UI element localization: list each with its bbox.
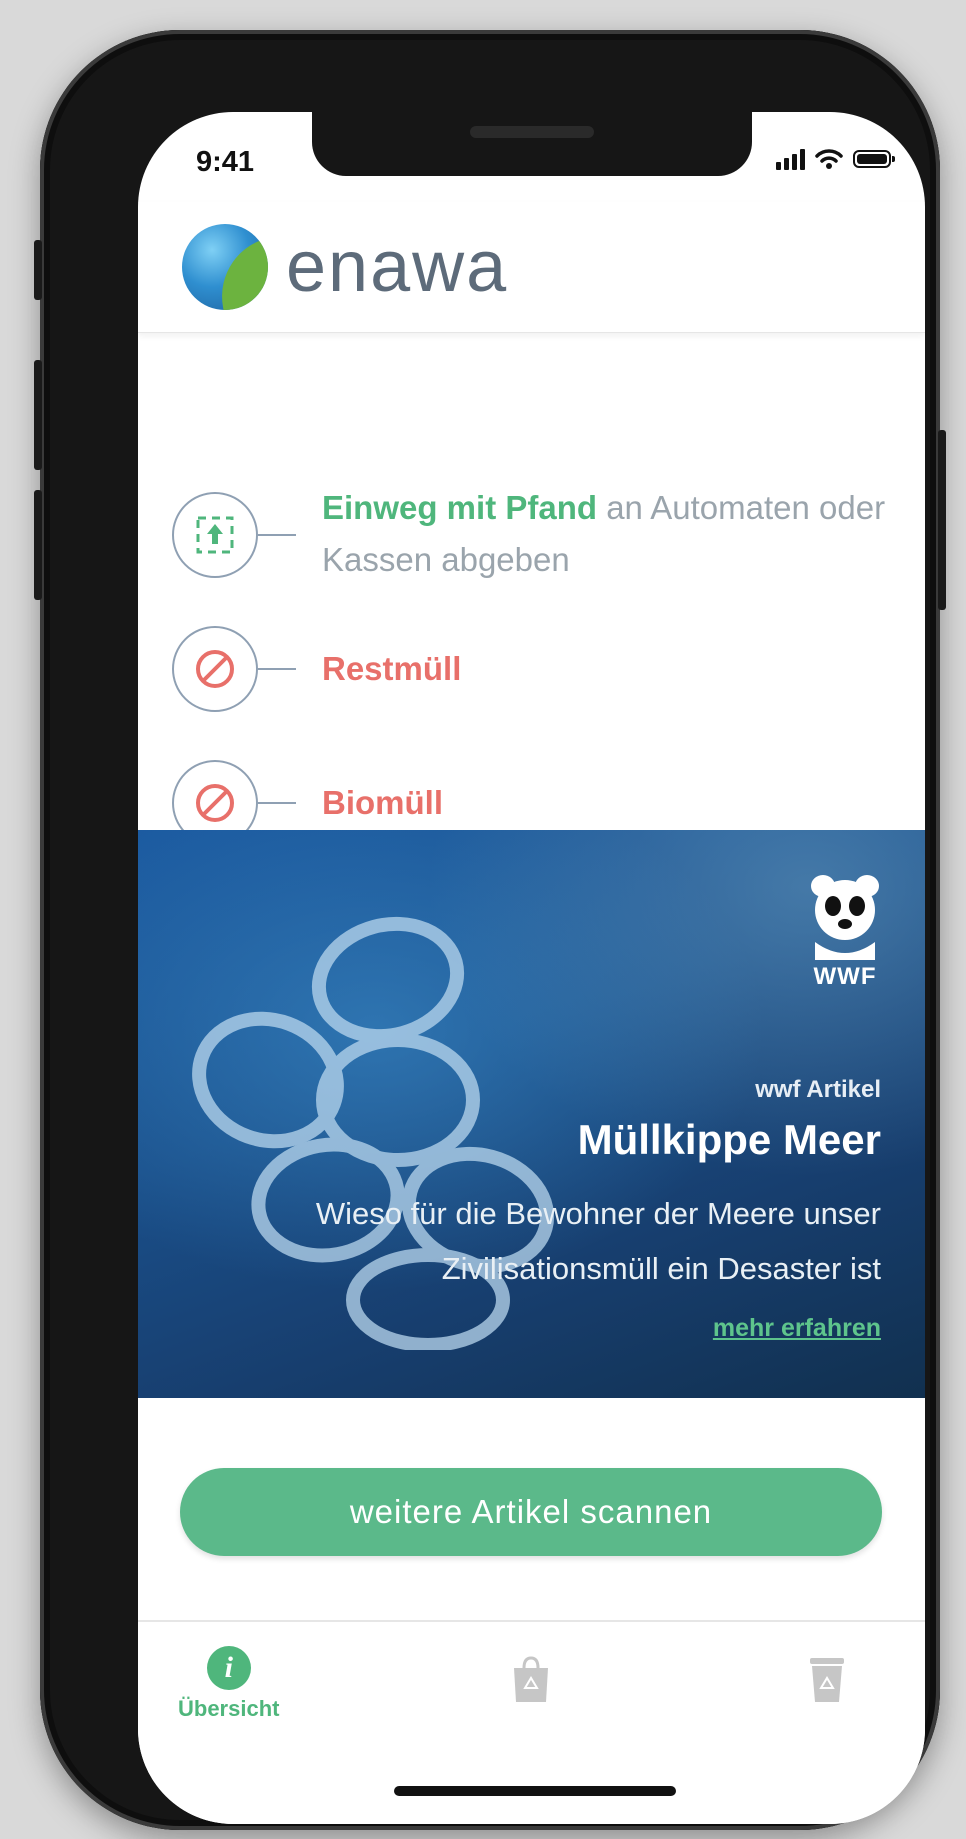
status-icons [776, 148, 895, 170]
article-summary: Wieso für die Bewohner der Meere unser Z… [315, 1196, 881, 1286]
disposal-rule-text: Einweg mit Pfand an Automaten oder Kasse… [322, 482, 902, 586]
prohibited-icon [172, 626, 258, 712]
cellular-signal-icon [776, 148, 805, 170]
rule-highlight: Restmüll [322, 650, 462, 687]
app-screen: 9:41 enawa Einweg mit Pfand an Automaten… [138, 112, 925, 1824]
article-title: Müllkippe Meer [577, 1116, 881, 1163]
home-indicator[interactable] [394, 1786, 676, 1796]
rule-highlight: Einweg mit Pfand [322, 489, 598, 526]
article-kicker: wwf Artikel [755, 1076, 881, 1103]
status-time: 9:41 [196, 146, 255, 178]
volume-up-button [34, 360, 42, 470]
volume-down-button [34, 490, 42, 600]
recycling-bag-icon [514, 1656, 548, 1702]
rule-highlight: Biomüll [322, 784, 443, 821]
wwf-logo: WWF [805, 872, 885, 991]
disposal-rule-text: Biomüll [322, 777, 902, 829]
info-icon: i [206, 1646, 251, 1690]
enawa-logo-icon [182, 224, 268, 310]
bottle-return-icon [172, 492, 258, 578]
tab-recycling-bin[interactable] [808, 1656, 846, 1704]
tab-overview[interactable]: i Übersicht [178, 1646, 279, 1722]
connector-line [258, 668, 296, 670]
wifi-icon [815, 149, 843, 169]
connector-line [258, 534, 296, 536]
scan-more-articles-button[interactable]: weitere Artikel scannen [180, 1468, 882, 1556]
power-button [938, 430, 946, 610]
connector-line [258, 802, 296, 804]
panda-icon [811, 875, 879, 960]
app-header: enawa [138, 202, 925, 333]
disposal-rule-text: Restmüll [322, 643, 902, 695]
recycling-bin-icon [810, 1658, 844, 1702]
mute-switch [34, 240, 42, 300]
wwf-article-teaser[interactable]: WWF wwf Artikel Müllkippe Meer Wieso für… [138, 830, 925, 1398]
tab-recycling-bag[interactable] [510, 1656, 552, 1704]
notch [312, 112, 752, 176]
battery-icon [853, 150, 895, 168]
read-more-link[interactable]: mehr erfahren [713, 1314, 881, 1343]
speaker [470, 126, 594, 138]
wwf-brand-text: WWF [813, 963, 877, 990]
app-logo-text: enawa [286, 227, 509, 307]
phone-frame: 9:41 enawa Einweg mit Pfand an Automaten… [34, 30, 946, 1830]
tab-overview-label: Übersicht [178, 1696, 280, 1721]
